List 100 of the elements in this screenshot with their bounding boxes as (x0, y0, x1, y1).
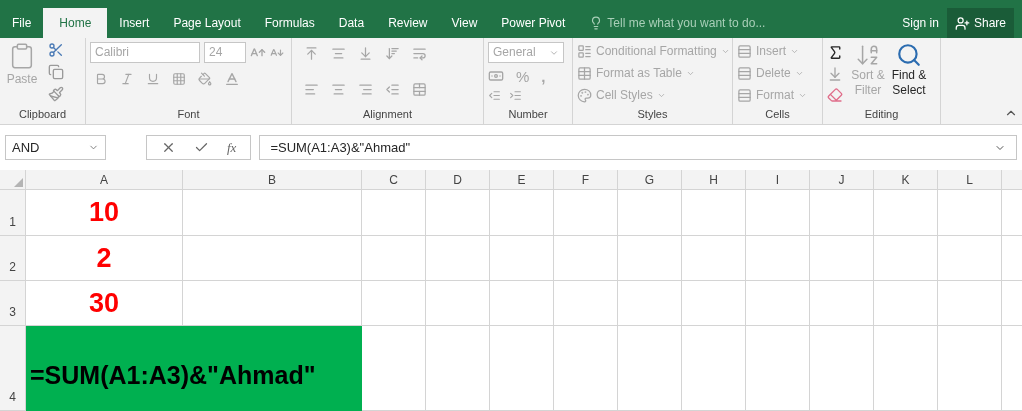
column-header[interactable]: E (490, 170, 554, 190)
increase-decimal-icon[interactable] (509, 89, 522, 102)
empty-cell (874, 190, 938, 236)
search-icon (896, 42, 922, 68)
empty-cell (618, 281, 682, 326)
currency-icon[interactable] (488, 68, 504, 84)
empty-cell (746, 236, 810, 281)
fill-color-icon[interactable] (198, 72, 212, 86)
ribbon-tab[interactable]: Insert (107, 8, 162, 38)
ribbon-tab[interactable]: Review (376, 8, 440, 38)
insert-function-button[interactable]: fx (227, 137, 237, 158)
column-header[interactable]: I (746, 170, 810, 190)
copy-icon[interactable] (48, 64, 64, 80)
group-label: Cells (764, 107, 791, 122)
column-header[interactable]: C (362, 170, 426, 190)
empty-cell (362, 190, 426, 236)
align-right-icon[interactable] (358, 82, 373, 97)
select-all-corner[interactable] (0, 170, 26, 190)
borders-icon[interactable] (172, 72, 186, 86)
column-header[interactable]: G (618, 170, 682, 190)
fill-icon[interactable] (827, 66, 843, 82)
column-header[interactable]: H (682, 170, 746, 190)
merge-icon[interactable] (412, 82, 427, 97)
column-header[interactable]: J (810, 170, 874, 190)
empty-cell (682, 190, 746, 236)
cancel-icon[interactable] (161, 140, 176, 155)
bold-icon[interactable] (94, 72, 108, 86)
empty-cell (938, 236, 1002, 281)
group-label: Styles (636, 107, 669, 122)
table-cell: 2 (26, 236, 183, 281)
empty-cell (490, 190, 554, 236)
sign-in-button[interactable]: Sign in (894, 8, 947, 38)
column-header[interactable]: D (426, 170, 490, 190)
ribbon-tab[interactable]: Formulas (252, 8, 327, 38)
empty-cell (554, 281, 618, 326)
column-header[interactable]: B (183, 170, 362, 190)
orientation-icon[interactable] (385, 46, 400, 61)
formula-field[interactable]: =SUM(A1:A3)&"Ahmad" (259, 135, 1017, 160)
empty-cell (874, 281, 938, 326)
column-header[interactable]: K (874, 170, 938, 190)
empty-cell (938, 190, 1002, 236)
group-label: Number (507, 107, 549, 122)
style-icon (577, 65, 592, 81)
eraser-icon[interactable] (827, 87, 843, 103)
column-header[interactable]: L (938, 170, 1002, 190)
highlighted-cell: =SUM(A1:A3)&"Ahmad" (26, 326, 362, 411)
group-label: Editing (863, 107, 900, 122)
empty-cell (810, 236, 874, 281)
empty-cell (426, 190, 490, 236)
underline-icon[interactable] (146, 72, 160, 86)
empty-cell (362, 236, 426, 281)
ribbon-tab[interactable]: Power Pivot (489, 8, 578, 38)
empty-cell (618, 236, 682, 281)
name-box[interactable]: AND (5, 135, 106, 160)
italic-icon[interactable] (120, 72, 134, 86)
empty-cell (618, 190, 682, 236)
format-painter-icon[interactable] (48, 86, 64, 102)
rows-icon (737, 65, 752, 81)
group-label: Clipboard (17, 107, 68, 122)
style-icon (577, 87, 592, 103)
rows-icon (737, 43, 752, 59)
ribbon-tab[interactable]: File (0, 8, 44, 38)
ribbon-tab[interactable]: Data (326, 8, 377, 38)
align-center-icon[interactable] (331, 82, 346, 97)
table-cell: 10 (26, 190, 183, 236)
decrease-indent-icon[interactable] (385, 82, 400, 97)
align-left-icon[interactable] (304, 82, 319, 97)
group-label: Font (176, 107, 201, 122)
ribbon-tab[interactable]: Home (43, 8, 108, 38)
style-icon (577, 43, 592, 59)
ribbon-tab[interactable]: Page Layout (161, 8, 253, 38)
column-header[interactable]: F (554, 170, 618, 190)
row-header[interactable]: 3 (0, 281, 26, 326)
empty-cell (682, 236, 746, 281)
empty-cell (490, 236, 554, 281)
cut-icon[interactable] (48, 42, 64, 58)
empty-cell (810, 190, 874, 236)
person-plus-icon (954, 15, 970, 31)
empty-cell (746, 281, 810, 326)
tell-me-input[interactable]: Tell me what you want to do... (607, 14, 828, 32)
share-button[interactable]: Share (946, 8, 1014, 38)
empty-cell (874, 236, 938, 281)
wrap-text-icon[interactable] (412, 46, 427, 61)
row-header[interactable]: 4 (0, 326, 26, 411)
column-header[interactable]: A (26, 170, 183, 190)
find-select-button[interactable]: Find & Select (888, 42, 930, 106)
font-color-icon[interactable] (224, 71, 240, 87)
bottom-align-icon[interactable] (358, 46, 373, 61)
row-header[interactable]: 1 (0, 190, 26, 236)
empty-cell (810, 281, 874, 326)
empty-cell (938, 281, 1002, 326)
empty-cell (426, 281, 490, 326)
empty-cell (554, 236, 618, 281)
tell-me-field[interactable]: Tell me what you want to do... (589, 8, 828, 38)
middle-align-icon[interactable] (331, 46, 346, 61)
group-label: Alignment (362, 107, 413, 122)
row-header[interactable]: 2 (0, 236, 26, 281)
rows-icon (737, 87, 752, 103)
ribbon-tab[interactable]: View (439, 8, 490, 38)
decrease-decimal-icon[interactable] (488, 89, 501, 102)
